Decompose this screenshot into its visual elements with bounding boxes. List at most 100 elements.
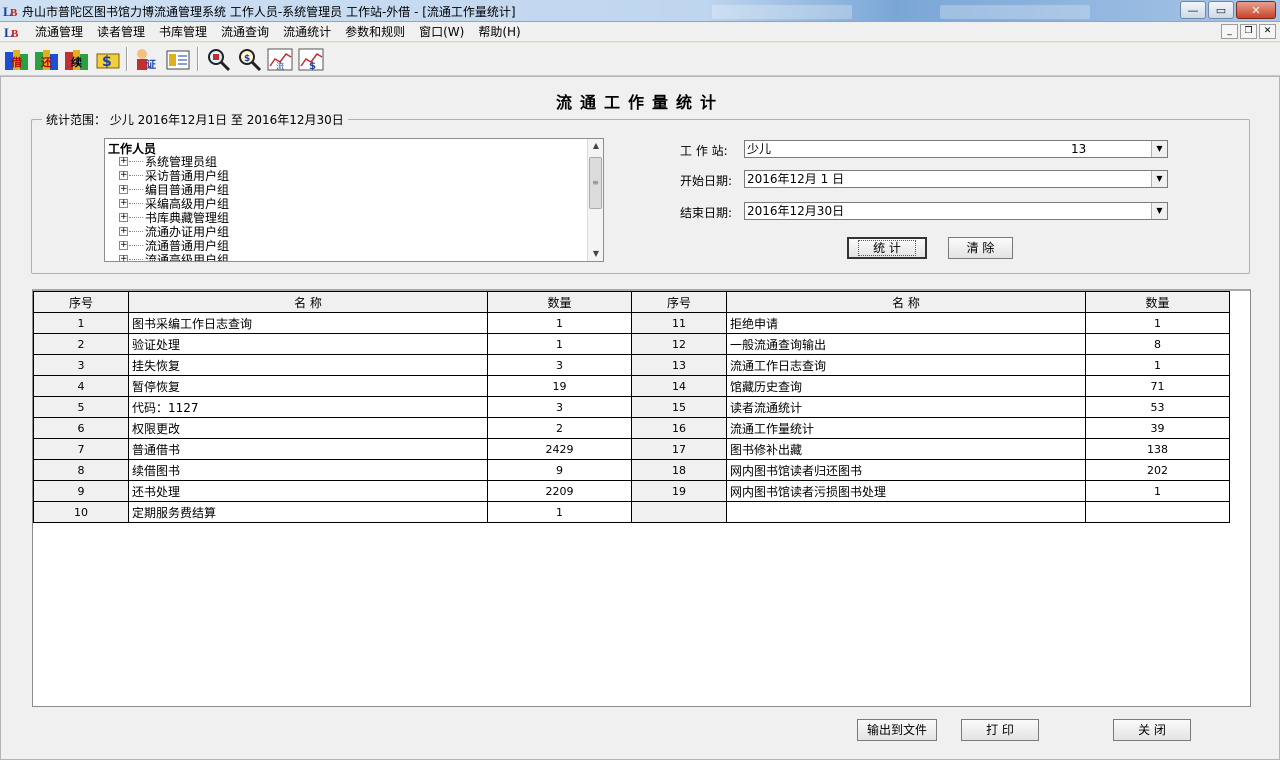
fine-payment-icon[interactable]: $ xyxy=(94,46,122,73)
row-name[interactable]: 验证处理 xyxy=(128,333,488,355)
row-qty[interactable]: 1 xyxy=(487,333,632,355)
expand-icon[interactable]: + xyxy=(119,184,128,194)
row-qty[interactable]: 53 xyxy=(1085,396,1230,418)
column-header-name[interactable]: 名 称 xyxy=(128,291,488,313)
row-qty[interactable]: 1 xyxy=(1085,480,1230,502)
expand-icon[interactable]: + xyxy=(119,254,128,261)
expand-icon[interactable]: + xyxy=(119,156,128,166)
row-qty[interactable]: 1 xyxy=(487,501,632,523)
table-row[interactable]: 8 续借图书 9 18 网内图书馆读者归还图书 202 xyxy=(33,459,1230,481)
menu-reader-management[interactable]: 读者管理 xyxy=(90,24,152,40)
menu-window[interactable]: 窗口(W) xyxy=(412,24,471,40)
table-row[interactable]: 2 验证处理 1 12 一般流通查询输出 8 xyxy=(33,333,1230,355)
mdi-close-button[interactable]: ✕ xyxy=(1259,24,1276,39)
end-date-picker[interactable]: 2016年12月30日 ▼ xyxy=(744,202,1168,220)
table-row[interactable]: 7 普通借书 2429 17 图书修补出藏 138 xyxy=(33,438,1230,460)
tree-node-group[interactable]: + 流通高级用户组 xyxy=(119,252,229,261)
row-name[interactable]: 网内图书馆读者归还图书 xyxy=(726,459,1086,481)
mdi-minimize-button[interactable]: _ xyxy=(1221,24,1238,39)
table-row[interactable]: 3 挂失恢复 3 13 流通工作日志查询 1 xyxy=(33,354,1230,376)
finance-stats-icon[interactable]: $ xyxy=(297,46,325,73)
return-book-icon[interactable]: 还 xyxy=(33,46,61,73)
row-qty[interactable]: 9 xyxy=(487,459,632,481)
row-name[interactable] xyxy=(726,501,1086,523)
expand-icon[interactable]: + xyxy=(119,212,128,222)
menu-help[interactable]: 帮助(H) xyxy=(471,24,527,40)
table-row[interactable]: 6 权限更改 2 16 流通工作量统计 39 xyxy=(33,417,1230,439)
search-book-icon[interactable] xyxy=(204,46,232,73)
row-name[interactable]: 图书采编工作日志查询 xyxy=(128,312,488,334)
row-qty[interactable]: 138 xyxy=(1085,438,1230,460)
column-header-qty[interactable]: 数量 xyxy=(1085,291,1230,313)
tree-scrollbar[interactable]: ▲ ≡ ▼ xyxy=(587,139,603,261)
reader-register-icon[interactable]: 证 xyxy=(133,46,161,73)
row-qty[interactable]: 1 xyxy=(1085,312,1230,334)
reader-card-icon[interactable] xyxy=(164,46,192,73)
minimize-window-button[interactable]: — xyxy=(1180,1,1206,19)
table-row[interactable]: 1 图书采编工作日志查询 1 11 拒绝申请 1 xyxy=(33,312,1230,334)
workload-grid[interactable]: 序号 名 称 数量 序号 名 称 数量 1 图书采编工作日志查询 1 11 拒绝… xyxy=(32,289,1251,707)
mdi-document-icon[interactable]: L B xyxy=(4,24,20,40)
renew-book-icon[interactable]: 续 xyxy=(63,46,91,73)
print-button[interactable]: 打 印 xyxy=(961,719,1039,741)
dropdown-arrow-icon[interactable]: ▼ xyxy=(1151,171,1167,187)
row-name[interactable]: 读者流通统计 xyxy=(726,396,1086,418)
expand-icon[interactable]: + xyxy=(119,226,128,236)
search-reader-icon[interactable]: $ xyxy=(235,46,263,73)
close-button[interactable]: 关 闭 xyxy=(1113,719,1191,741)
expand-icon[interactable]: + xyxy=(119,170,128,180)
scroll-up-icon[interactable]: ▲ xyxy=(588,139,603,153)
mdi-restore-button[interactable]: ❐ xyxy=(1240,24,1257,39)
column-header-name[interactable]: 名 称 xyxy=(726,291,1086,313)
row-qty[interactable]: 2429 xyxy=(487,438,632,460)
row-name[interactable]: 普通借书 xyxy=(128,438,488,460)
row-name[interactable]: 权限更改 xyxy=(128,417,488,439)
row-name[interactable]: 图书修补出藏 xyxy=(726,438,1086,460)
row-qty[interactable]: 39 xyxy=(1085,417,1230,439)
menu-stack-management[interactable]: 书库管理 xyxy=(152,24,214,40)
expand-icon[interactable]: + xyxy=(119,198,128,208)
row-qty[interactable]: 71 xyxy=(1085,375,1230,397)
borrow-book-icon[interactable]: 借 xyxy=(3,46,31,73)
row-qty[interactable]: 19 xyxy=(487,375,632,397)
row-qty[interactable]: 3 xyxy=(487,354,632,376)
table-row[interactable]: 5 代码：1127 3 15 读者流通统计 53 xyxy=(33,396,1230,418)
circulation-stats-icon[interactable]: 流 xyxy=(266,46,294,73)
table-row[interactable]: 10 定期服务费结算 1 xyxy=(33,501,1230,523)
row-qty[interactable]: 2209 xyxy=(487,480,632,502)
scroll-down-icon[interactable]: ▼ xyxy=(588,247,603,261)
menu-circulation-statistics[interactable]: 流通统计 xyxy=(276,24,338,40)
scroll-thumb[interactable]: ≡ xyxy=(589,157,602,209)
row-qty[interactable]: 1 xyxy=(1085,354,1230,376)
row-name[interactable]: 还书处理 xyxy=(128,480,488,502)
row-name[interactable]: 拒绝申请 xyxy=(726,312,1086,334)
row-qty[interactable]: 8 xyxy=(1085,333,1230,355)
row-name[interactable]: 代码：1127 xyxy=(128,396,488,418)
row-qty[interactable] xyxy=(1085,501,1230,523)
close-window-button[interactable]: ✕ xyxy=(1236,1,1276,19)
maximize-window-button[interactable]: ▭ xyxy=(1208,1,1234,19)
menu-circulation-management[interactable]: 流通管理 xyxy=(28,24,90,40)
window-titlebar[interactable]: L B 舟山市普陀区图书馆力博流通管理系统 工作人员-系统管理员 工作站-外借 … xyxy=(0,0,1280,22)
column-header-qty[interactable]: 数量 xyxy=(487,291,632,313)
expand-icon[interactable]: + xyxy=(119,240,128,250)
table-row[interactable]: 4 暂停恢复 19 14 馆藏历史查询 71 xyxy=(33,375,1230,397)
row-name[interactable]: 一般流通查询输出 xyxy=(726,333,1086,355)
row-qty[interactable]: 2 xyxy=(487,417,632,439)
menu-parameters-rules[interactable]: 参数和规则 xyxy=(338,24,412,40)
row-name[interactable]: 定期服务费结算 xyxy=(128,501,488,523)
row-name[interactable]: 流通工作日志查询 xyxy=(726,354,1086,376)
row-qty[interactable]: 202 xyxy=(1085,459,1230,481)
row-qty[interactable]: 1 xyxy=(487,312,632,334)
row-name[interactable]: 流通工作量统计 xyxy=(726,417,1086,439)
export-to-file-button[interactable]: 输出到文件 xyxy=(857,719,937,741)
column-header-index[interactable]: 序号 xyxy=(631,291,727,313)
row-name[interactable]: 暂停恢复 xyxy=(128,375,488,397)
column-header-index[interactable]: 序号 xyxy=(33,291,129,313)
workstation-select[interactable]: 少儿 13 ▼ xyxy=(744,140,1168,158)
statistics-button[interactable]: 统 计 xyxy=(847,237,927,259)
staff-tree[interactable]: 工作人员 + 系统管理员组 + 采访普通用户组 + 编目普通用户组 + 采编高级用户组 … xyxy=(104,138,604,262)
clear-button[interactable]: 清 除 xyxy=(948,237,1013,259)
row-name[interactable]: 网内图书馆读者污损图书处理 xyxy=(726,480,1086,502)
row-qty[interactable]: 3 xyxy=(487,396,632,418)
